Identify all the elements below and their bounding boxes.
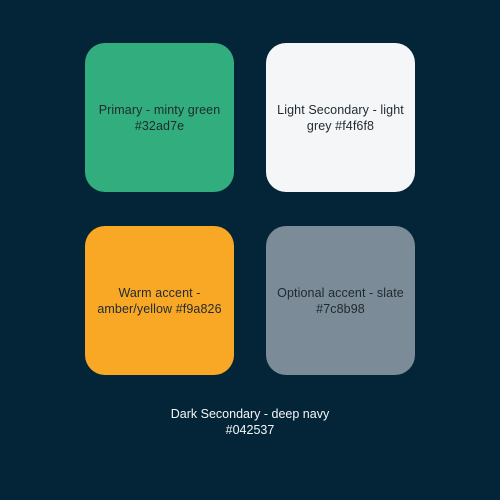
dark-secondary-caption: Dark Secondary - deep navy #042537 [170,407,330,437]
swatch-warm-accent: Warm accent - amber/yellow #f9a826 [85,226,234,375]
swatch-light-secondary-label: Light Secondary - light grey #f4f6f8 [277,102,404,133]
swatch-light-secondary: Light Secondary - light grey #f4f6f8 [266,43,415,192]
swatch-primary: Primary - minty green #32ad7e [85,43,234,192]
palette-canvas: Primary - minty green #32ad7e Light Seco… [0,0,500,500]
swatch-optional-accent: Optional accent - slate #7c8b98 [266,226,415,375]
swatch-warm-accent-label: Warm accent - amber/yellow #f9a826 [97,285,222,316]
swatch-primary-label: Primary - minty green #32ad7e [98,102,221,133]
swatch-optional-accent-label: Optional accent - slate #7c8b98 [277,285,404,316]
